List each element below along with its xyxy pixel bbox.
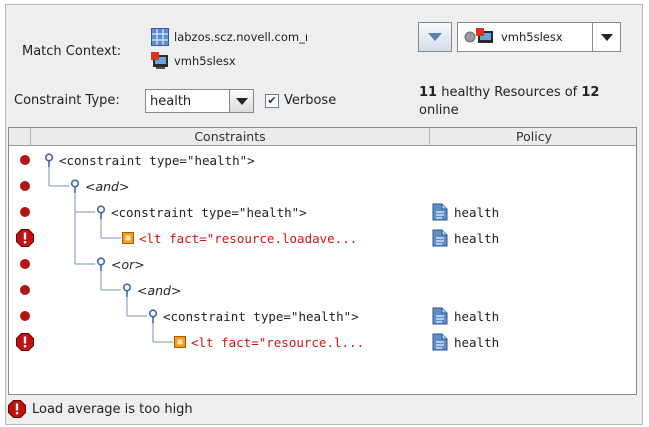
verbose-label[interactable]: Verbose xyxy=(284,93,336,108)
match-context-label: Match Context: xyxy=(22,44,122,59)
total-count: 12 xyxy=(581,85,600,100)
policy-cell[interactable]: health xyxy=(432,303,499,329)
row-status xyxy=(11,277,39,303)
tree-node[interactable]: <lt fact="resource.l... xyxy=(173,329,364,355)
table-row[interactable]: <constraint type="health"> xyxy=(9,147,638,173)
row-status xyxy=(11,251,39,277)
row-status xyxy=(11,173,39,199)
document-icon xyxy=(432,229,448,247)
tree-node[interactable]: <constraint type="health"> xyxy=(95,199,307,225)
target-selector-arrow[interactable] xyxy=(592,23,620,51)
fact-node-icon xyxy=(174,336,186,348)
status-bar: Load average is too high xyxy=(8,400,193,418)
status-message: Load average is too high xyxy=(32,401,193,417)
tree-node[interactable]: <and> xyxy=(121,277,181,303)
element-node-icon xyxy=(96,257,106,271)
chevron-down-icon xyxy=(235,97,248,105)
row-status xyxy=(11,225,39,251)
table-row[interactable]: <or> xyxy=(9,251,638,277)
summary-online: online xyxy=(419,103,459,118)
element-node-icon xyxy=(96,205,106,219)
constraints-table[interactable]: Constraints Policy <constraint type="hea… xyxy=(8,127,637,395)
tree-node-label: <or> xyxy=(111,256,145,272)
status-column-header[interactable] xyxy=(9,128,31,146)
table-row[interactable]: <constraint type="health"> health xyxy=(9,303,638,329)
status-dot-icon xyxy=(20,259,30,269)
policy-column-header[interactable]: Policy xyxy=(430,128,638,146)
policy-label: health xyxy=(454,308,500,324)
status-dot-icon xyxy=(20,311,30,321)
tree-node-label: <constraint type="health"> xyxy=(111,204,307,220)
table-row[interactable]: <lt fact="resource.l... health xyxy=(9,329,638,355)
error-icon xyxy=(16,229,34,247)
tree-node[interactable]: <or> xyxy=(95,251,145,277)
policy-cell[interactable]: health xyxy=(432,199,499,225)
match-context-grid[interactable]: labzos.scz.novell.com_ı xyxy=(151,28,308,46)
row-status xyxy=(11,147,39,173)
constraints-column-header[interactable]: Constraints xyxy=(31,128,430,146)
error-icon xyxy=(16,333,34,351)
element-node-icon xyxy=(44,153,54,167)
match-context-grid-label: labzos.scz.novell.com_ı xyxy=(174,30,309,44)
history-dropdown-button[interactable] xyxy=(418,22,452,52)
row-status xyxy=(11,199,39,225)
document-icon xyxy=(432,203,448,221)
constraint-type-value: health xyxy=(150,93,192,109)
fact-node-icon xyxy=(122,232,134,244)
tree-node-label: <constraint type="health"> xyxy=(163,308,359,324)
policy-label: health xyxy=(454,334,500,350)
health-summary: 11 healthy Resources of 12 online xyxy=(419,84,634,120)
document-icon xyxy=(432,307,448,325)
verbose-checkbox[interactable]: ✔ xyxy=(265,94,279,108)
tree-node[interactable]: <constraint type="health"> xyxy=(147,303,359,329)
status-dot-icon xyxy=(20,285,30,295)
tree-node-label: <lt fact="resource.l... xyxy=(191,334,365,350)
status-dot-icon xyxy=(20,207,30,217)
chevron-down-icon xyxy=(428,33,442,41)
element-node-icon xyxy=(122,283,132,297)
tree-node-label: <and> xyxy=(137,282,182,298)
element-node-icon xyxy=(70,179,80,193)
status-dot-icon xyxy=(20,181,30,191)
element-node-icon xyxy=(148,309,158,323)
table-header: Constraints Policy xyxy=(9,128,636,146)
chevron-down-icon xyxy=(600,33,613,41)
tree-node-label: <lt fact="resource.loadave... xyxy=(139,230,358,246)
policy-cell[interactable]: health xyxy=(432,225,499,251)
vm-host-icon xyxy=(151,52,168,69)
healthy-count: 11 xyxy=(419,85,438,100)
target-selector-value: vmh5slesx xyxy=(501,30,563,44)
constraint-type-select[interactable]: health xyxy=(145,89,254,113)
tree-node-label: <constraint type="health"> xyxy=(59,152,255,168)
tree-node[interactable]: <and> xyxy=(69,173,129,199)
table-row[interactable]: <and> xyxy=(9,173,638,199)
table-row[interactable]: <lt fact="resource.loadave... health xyxy=(9,225,638,251)
vm-host-status-icon xyxy=(464,28,493,43)
document-icon xyxy=(432,333,448,351)
match-context-host[interactable]: vmh5slesx xyxy=(151,52,236,70)
row-status xyxy=(11,329,39,355)
constraint-type-label: Constraint Type: xyxy=(14,93,120,108)
target-selector[interactable]: vmh5slesx xyxy=(457,22,621,52)
constraint-type-arrow[interactable] xyxy=(229,90,253,112)
table-row[interactable]: <constraint type="health"> health xyxy=(9,199,638,225)
tree-node-label: <and> xyxy=(85,178,130,194)
status-dot-icon xyxy=(20,155,30,165)
match-context-host-label: vmh5slesx xyxy=(174,54,236,68)
policy-label: health xyxy=(454,230,500,246)
summary-text: healthy Resources of xyxy=(437,85,582,100)
policy-cell[interactable]: health xyxy=(432,329,499,355)
tree-node[interactable]: <constraint type="health"> xyxy=(43,147,255,173)
row-status xyxy=(11,303,39,329)
tree-node[interactable]: <lt fact="resource.loadave... xyxy=(121,225,357,251)
policy-label: health xyxy=(454,204,500,220)
table-row[interactable]: <and> xyxy=(9,277,638,303)
grid-icon xyxy=(151,28,169,46)
error-icon xyxy=(8,400,26,418)
